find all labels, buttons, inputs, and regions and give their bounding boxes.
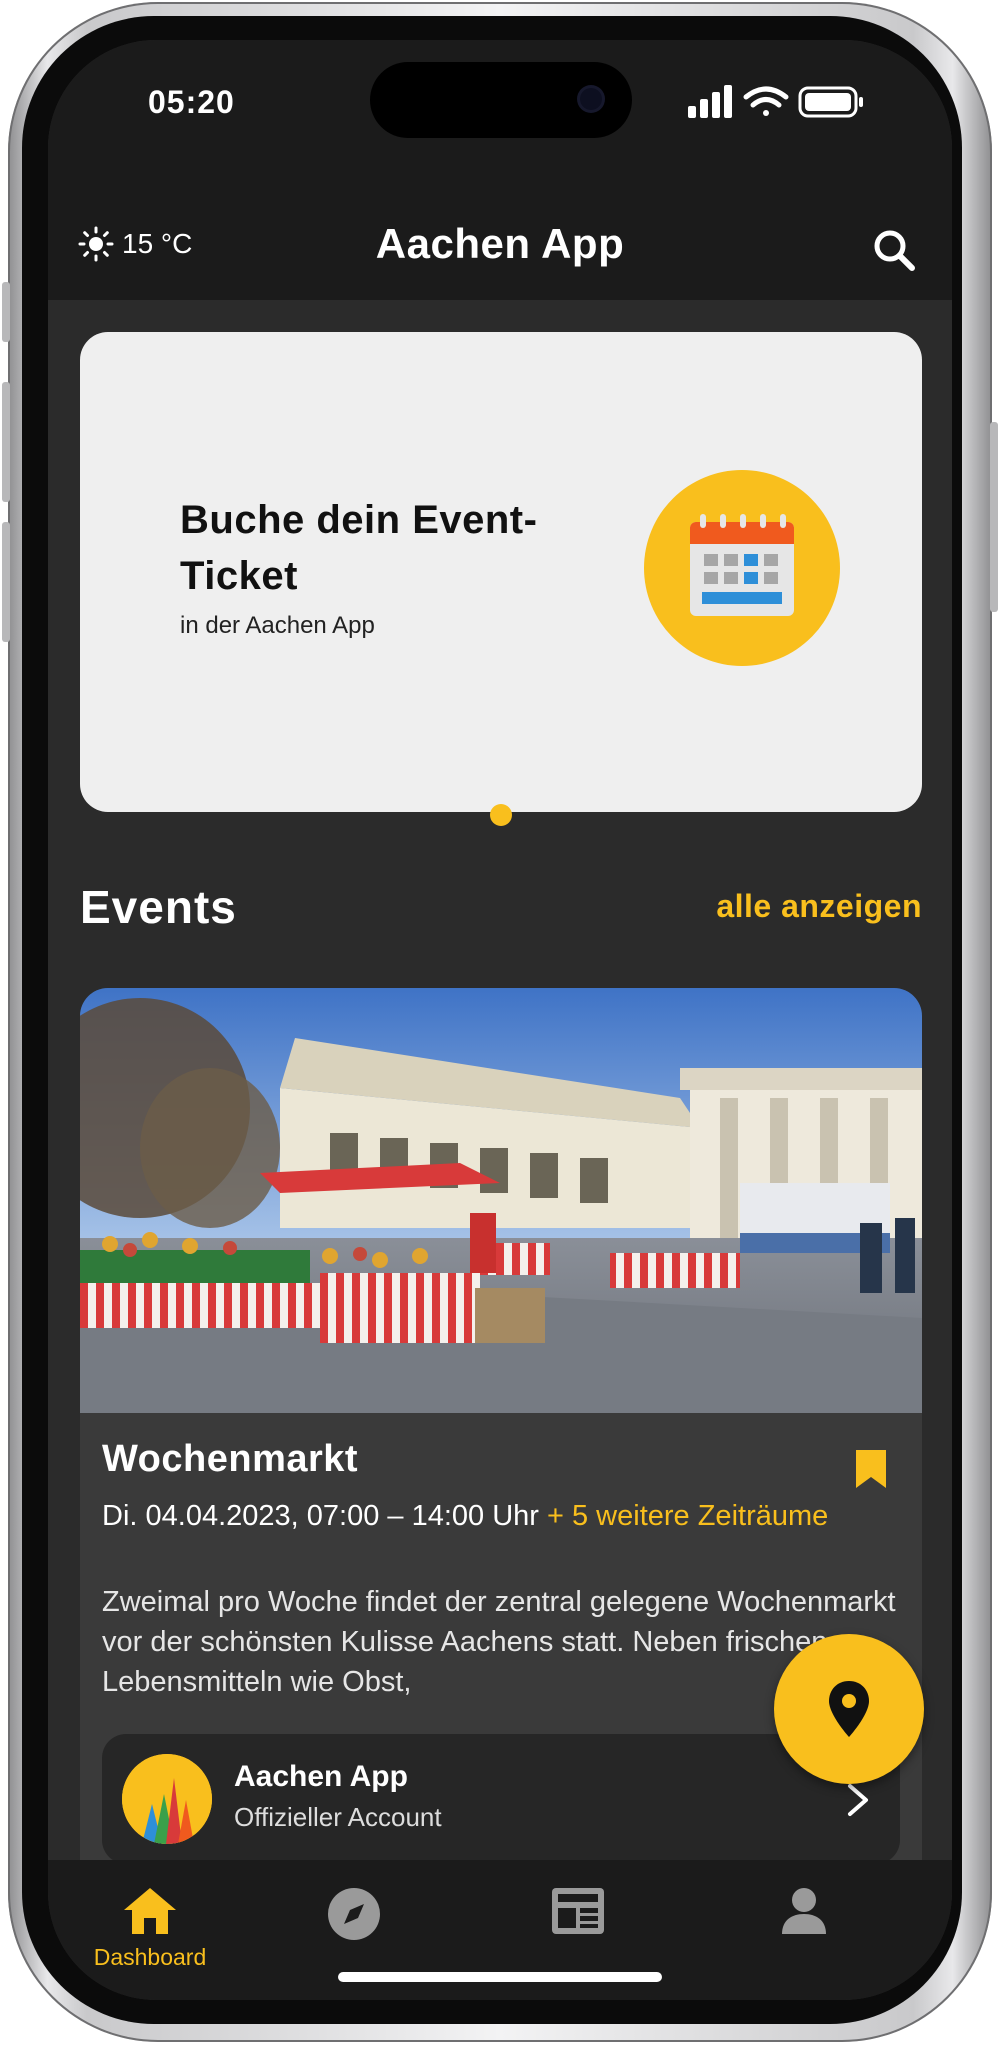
- bookmark-button[interactable]: [854, 1448, 888, 1490]
- calendar-icon: [690, 514, 794, 616]
- organizer-subtitle: Offizieller Account: [234, 1802, 442, 1832]
- mute-switch: [2, 282, 10, 342]
- search-icon: [874, 230, 915, 271]
- tab-profile[interactable]: [724, 1886, 884, 1936]
- promo-icon-circle: [644, 470, 840, 666]
- promo-title: Buche dein Event-Ticket: [180, 498, 538, 598]
- bookmark-icon: [856, 1450, 886, 1488]
- profile-icon: [782, 1888, 826, 1934]
- camera-icon: [580, 88, 602, 110]
- compass-icon: [328, 1888, 380, 1940]
- carousel-indicator[interactable]: [490, 804, 512, 826]
- promo-subtitle: in der Aachen App: [180, 612, 375, 639]
- dashboard-content[interactable]: Buche dein Event-Ticket in der Aachen Ap…: [48, 300, 952, 1860]
- battery-icon: [798, 86, 863, 118]
- organizer-avatar: [122, 1754, 212, 1844]
- status-icons: [688, 84, 868, 120]
- tab-dashboard-label: Dashboard: [93, 1944, 207, 1970]
- home-indicator: [338, 1972, 662, 1982]
- event-date-text: Di. 04.04.2023, 07:00 – 14:00 Uhr: [102, 1500, 539, 1532]
- event-title: Wochenmarkt: [102, 1438, 359, 1480]
- tab-bar: Dashboard: [48, 1860, 952, 2000]
- map-fab-button[interactable]: [774, 1634, 924, 1784]
- location-pin-icon: [829, 1681, 869, 1737]
- organizer-card[interactable]: Aachen App Offizieller Account: [102, 1734, 900, 1860]
- promo-banner[interactable]: Buche dein Event-Ticket in der Aachen Ap…: [80, 332, 922, 812]
- phone-screen: 05:20 15 °C Aachen App Buche dein Event-…: [48, 40, 952, 2000]
- organizer-name: Aachen App: [234, 1760, 408, 1793]
- home-icon: [124, 1888, 176, 1934]
- search-button[interactable]: [872, 228, 916, 272]
- app-title: Aachen App: [375, 220, 625, 267]
- volume-down-button: [2, 522, 10, 642]
- tab-news[interactable]: [498, 1886, 658, 1936]
- signal-icon: [688, 85, 732, 118]
- wifi-icon: [743, 86, 789, 116]
- app-header: 15 °C Aachen App: [48, 180, 952, 300]
- events-section-title: Events: [80, 881, 237, 933]
- aachen-logo-icon: [122, 1754, 212, 1844]
- event-image: [80, 988, 922, 1413]
- event-date: Di. 04.04.2023, 07:00 – 14:00 Uhr + 5 we…: [102, 1496, 862, 1536]
- volume-up-button: [2, 382, 10, 502]
- chevron-right-icon: [848, 1784, 868, 1816]
- more-periods-link[interactable]: + 5 weitere Zeiträume: [547, 1500, 828, 1532]
- show-all-events-link[interactable]: alle anzeigen: [716, 888, 922, 925]
- tab-explore[interactable]: [274, 1886, 434, 1942]
- dynamic-island: [370, 62, 632, 138]
- news-icon: [552, 1888, 604, 1934]
- tab-dashboard[interactable]: Dashboard: [70, 1886, 230, 1971]
- status-bar: 05:20: [48, 40, 952, 180]
- power-button: [990, 422, 998, 612]
- status-time: 05:20: [148, 84, 235, 120]
